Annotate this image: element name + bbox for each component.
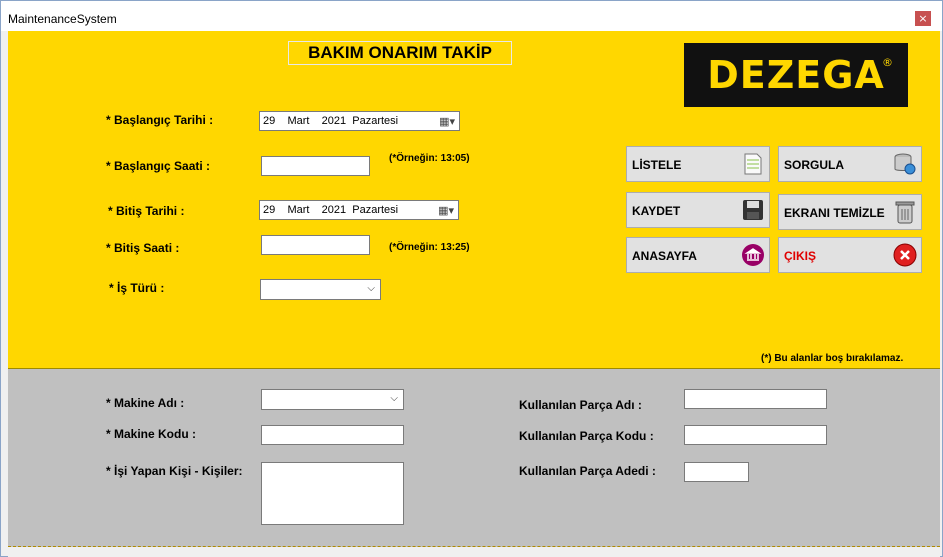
start-date-picker[interactable]: 29 Mart 2021 Pazartesi ▦▾ [259,111,460,131]
chevron-down-icon[interactable]: ⌵ [390,393,398,404]
end-time-hint: (*Örneğin: 13:25) [389,242,470,253]
clear-screen-button[interactable]: EKRANI TEMİZLE [778,194,922,230]
chevron-down-icon[interactable]: ⌵ [367,283,375,294]
part-qty-label: Kullanılan Parça Adedi : [519,464,656,478]
part-code-label: Kullanılan Parça Kodu : [519,429,654,443]
home-button[interactable]: ANASAYFA [626,237,770,273]
clear-screen-button-label: EKRANI TEMİZLE [784,206,885,220]
close-circle-icon [893,243,917,267]
window-title: MaintenanceSystem [8,12,117,26]
part-qty-input[interactable] [684,462,749,482]
exit-button-label: ÇIKIŞ [784,249,817,263]
end-time-input[interactable] [261,235,370,255]
end-time-label: * Bitiş Saati : [106,241,180,255]
floppy-disk-icon [741,198,765,222]
start-date-value: 29 Mart 2021 Pazartesi [263,115,399,127]
trash-icon [893,200,917,224]
bottom-strip [8,547,940,557]
end-date-value: 29 Mart 2021 Pazartesi [263,204,399,216]
registered-mark: ® [882,56,893,69]
logo-text: DEZEGA [707,53,885,97]
workers-label: * İşi Yapan Kişi - Kişiler: [106,464,243,478]
query-button[interactable]: SORGULA [778,146,922,182]
workers-textarea[interactable] [261,462,404,525]
machine-name-select[interactable]: ⌵ [261,389,404,410]
end-date-picker[interactable]: 29 Mart 2021 Pazartesi ▦▾ [259,200,459,220]
title-bar: MaintenanceSystem × [1,1,942,31]
required-fields-note: (*) Bu alanlar boş bırakılamaz. [761,353,904,364]
calendar-dropdown-icon[interactable]: ▦▾ [438,204,454,217]
query-button-label: SORGULA [784,158,844,172]
exit-button[interactable]: ÇIKIŞ [778,237,922,273]
app-window: MaintenanceSystem × BAKIM ONARIM TAKİP D… [0,0,943,557]
machine-code-input[interactable] [261,425,404,445]
job-type-select[interactable]: ⌵ [260,279,381,300]
dezega-logo: DEZEGA [684,43,908,107]
save-button-label: KAYDET [632,204,681,218]
part-name-input[interactable] [684,389,827,409]
part-name-label: Kullanılan Parça Adı : [519,398,642,412]
page-title: BAKIM ONARIM TAKİP [288,41,512,65]
start-time-input[interactable] [261,156,370,176]
list-button[interactable]: LİSTELE [626,146,770,182]
start-time-label: * Başlangıç Saati : [106,159,211,173]
part-code-input[interactable] [684,425,827,445]
start-date-label: * Başlangıç Tarihi : [106,113,214,127]
calendar-dropdown-icon[interactable]: ▦▾ [439,115,455,128]
close-button[interactable]: × [915,11,931,26]
job-type-label: * İş Türü : [109,281,165,295]
database-search-icon [893,152,917,176]
home-button-label: ANASAYFA [632,249,697,263]
save-button[interactable]: KAYDET [626,192,770,228]
start-time-hint: (*Örneğin: 13:05) [389,153,470,164]
list-button-label: LİSTELE [632,158,682,172]
machine-code-label: * Makine Kodu : [106,427,197,441]
document-icon [741,152,765,176]
end-date-label: * Bitiş Tarihi : [108,204,185,218]
bank-icon [741,243,765,267]
machine-name-label: * Makine Adı : [106,396,185,410]
